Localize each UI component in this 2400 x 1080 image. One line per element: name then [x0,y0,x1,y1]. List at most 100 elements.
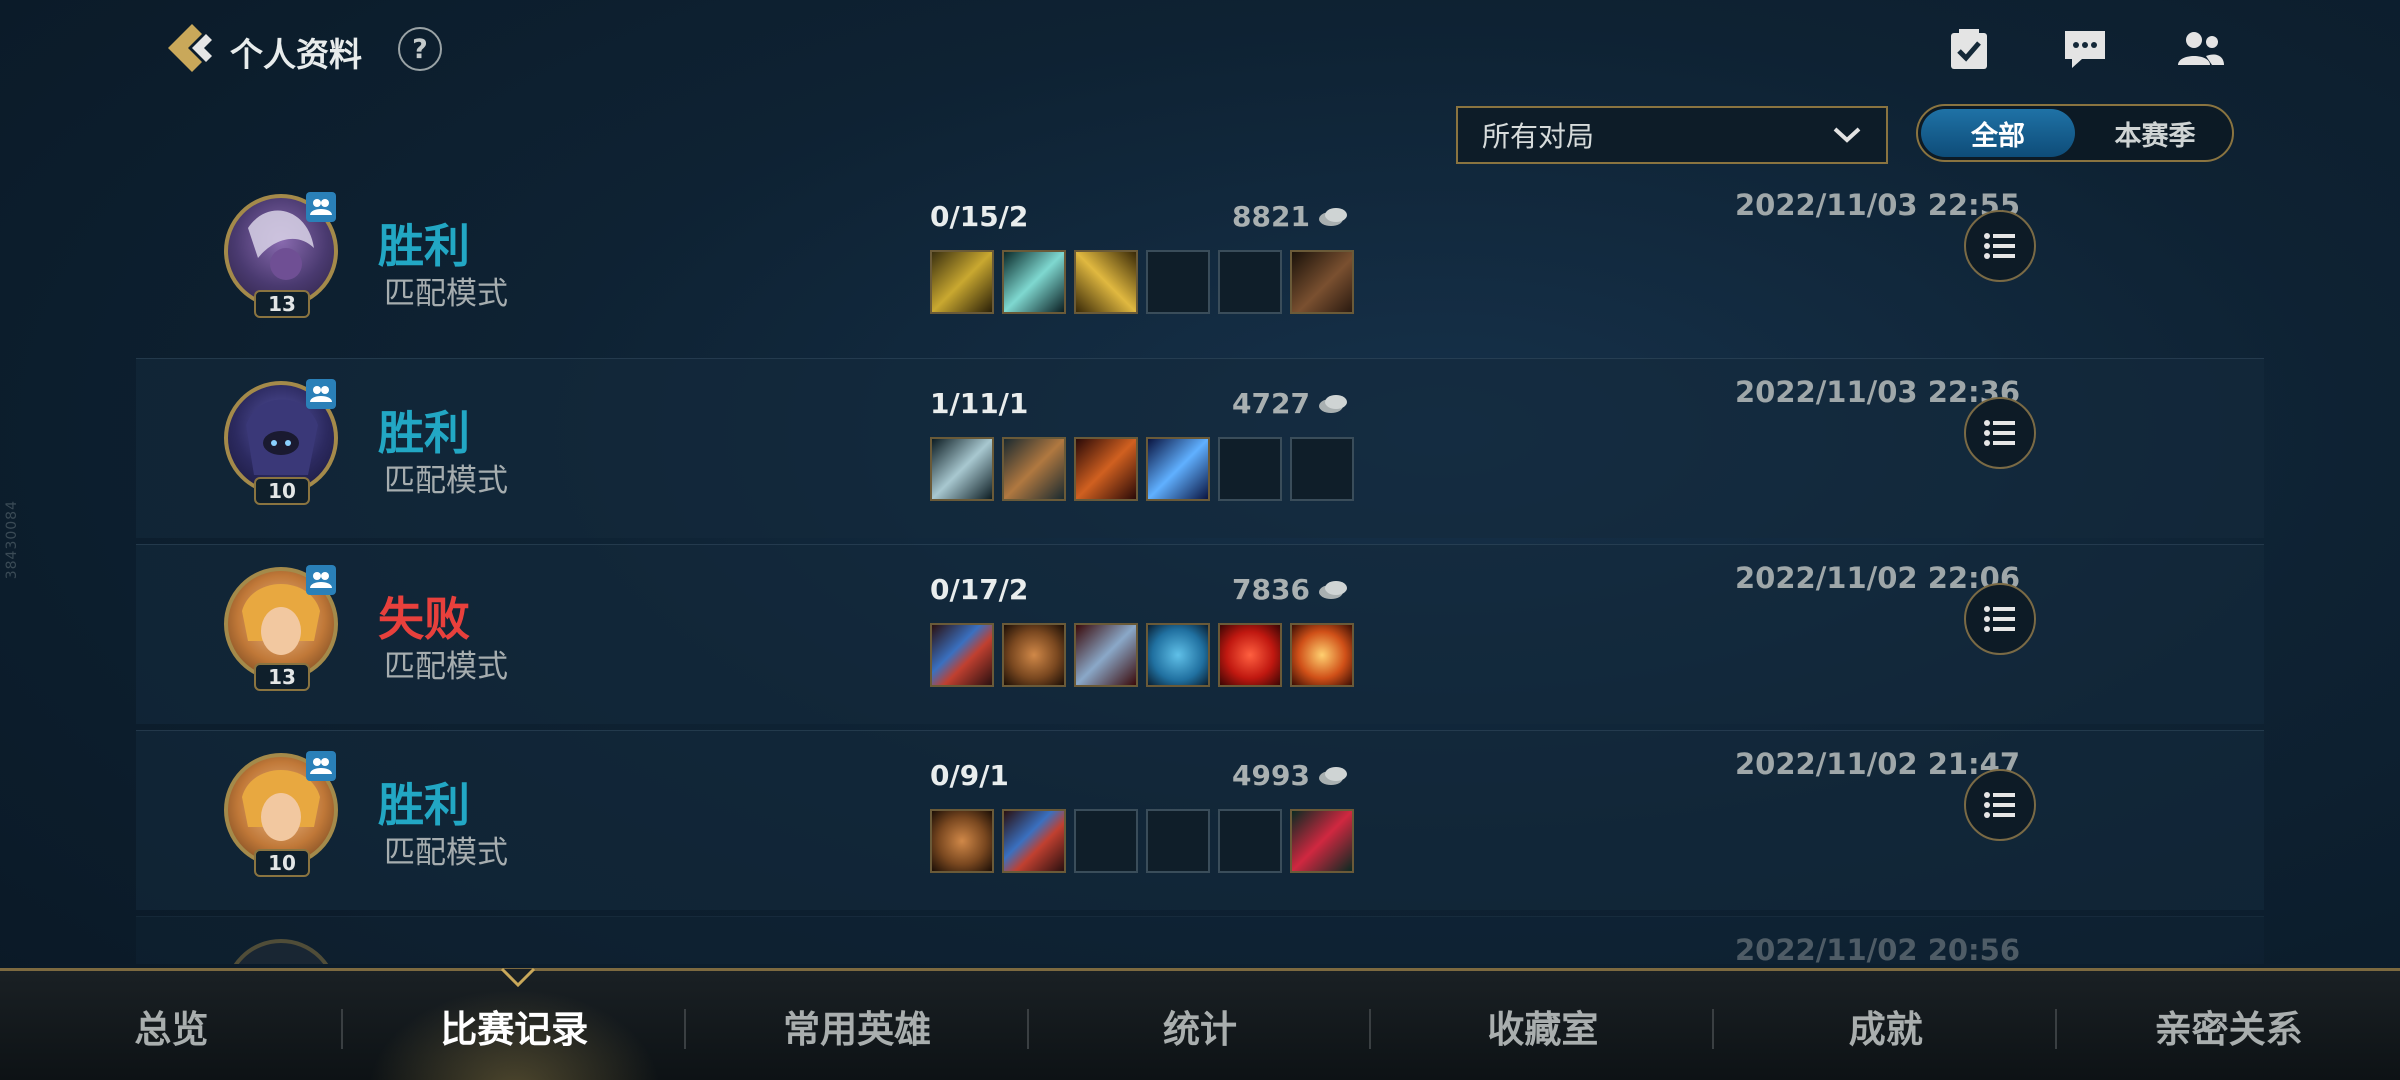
match-result: 胜利 [378,219,470,273]
gold-value: 4993 [1232,759,1310,792]
item-crimson-boots-icon[interactable] [1290,809,1354,873]
gold-coin-icon [1318,207,1347,226]
task-checklist-button[interactable] [1942,22,1996,76]
tab-match-history[interactable]: 比赛记录 [342,971,686,1080]
item-slot-empty[interactable] [1146,250,1210,314]
match-row[interactable]: 13 胜利 匹配模式 0/15/2 8821 2022/11/03 22:55 [136,172,2264,352]
item-bronze-shield-icon[interactable] [1002,623,1066,687]
item-red-potion-icon[interactable] [1218,623,1282,687]
item-jade-blade-icon[interactable] [1002,250,1066,314]
match-row[interactable]: 2022/11/02 20:56 [136,916,2264,964]
match-date: 2022/11/02 21:47 [1734,747,2020,781]
kda-score: 0/9/1 [930,759,1009,792]
match-type-dropdown[interactable]: 所有对局 [1456,106,1888,164]
gold-coin-icon [1318,766,1347,785]
item-silver-sword-icon[interactable] [930,437,994,501]
season-toggle: 全部 本赛季 [1916,104,2234,162]
kda-score: 1/11/1 [930,387,1029,420]
match-details-button[interactable] [1964,397,2036,469]
season-toggle-all[interactable]: 全部 [1921,109,2075,157]
chevron-down-icon [1833,127,1861,143]
gold-earned: 4993 [1232,759,1348,792]
item-leather-boots-icon[interactable] [1290,250,1354,314]
item-slot-empty[interactable] [1218,809,1282,873]
game-mode: 匹配模式 [384,463,508,499]
tab-collection[interactable]: 收藏室 [1371,971,1715,1080]
match-date: 2022/11/02 22:06 [1734,561,2020,595]
match-result: 胜利 [378,778,470,832]
match-row[interactable]: 13 失败 匹配模式 0/17/2 7836 2022/11/02 22:06 [136,544,2264,724]
kda-score: 0/15/2 [930,200,1029,233]
item-slot-empty[interactable] [1290,437,1354,501]
match-history-list[interactable]: 13 胜利 匹配模式 0/15/2 8821 2022/11/03 22:55 … [136,172,2264,964]
item-build [930,809,1354,873]
friends-icon [2178,32,2224,65]
item-azure-sword-icon[interactable] [1146,437,1210,501]
tab-label: 比赛记录 [440,1007,589,1051]
tab-stats[interactable]: 统计 [1029,971,1372,1080]
champion-level-badge: 13 [254,663,310,691]
chat-button[interactable] [2058,22,2112,76]
match-row[interactable]: 10 胜利 匹配模式 1/11/1 4727 2022/11/03 22:36 [136,358,2264,538]
item-guardian-armor-icon[interactable] [1002,809,1066,873]
match-result: 失败 [378,592,470,646]
page-title: 个人资料 [230,35,362,74]
match-result: 胜利 [378,406,470,460]
item-steel-wings-icon[interactable] [1074,623,1138,687]
game-mode: 匹配模式 [384,649,508,685]
gold-earned: 4727 [1232,387,1348,420]
game-mode: 匹配模式 [384,835,508,871]
tab-achievements[interactable]: 成就 [1714,971,2058,1080]
gold-earned: 8821 [1232,200,1348,233]
bottom-tab-bar: 总览 比赛记录 常用英雄 统计 收藏室 成就 亲密关系 [0,967,2400,1080]
help-button[interactable]: ? [398,27,442,71]
item-crossed-blades-icon[interactable] [1074,250,1138,314]
tab-label: 统计 [1163,1007,1237,1051]
checklist-icon [1951,29,1987,69]
item-bronze-shield-icon[interactable] [930,809,994,873]
tab-champions[interactable]: 常用英雄 [686,971,1029,1080]
team-icon [306,192,336,222]
tab-label: 收藏室 [1487,1007,1599,1051]
list-icon [1984,233,2015,259]
item-slot-empty[interactable] [1218,437,1282,501]
friends-button[interactable] [2174,22,2228,76]
item-build [930,250,1354,314]
match-details-button[interactable] [1964,769,2036,841]
item-golden-dagger-icon[interactable] [930,250,994,314]
match-row[interactable]: 10 胜利 匹配模式 0/9/1 4993 2022/11/02 21:47 [136,730,2264,910]
tab-label: 成就 [1848,1007,1923,1051]
item-guardian-armor-icon[interactable] [930,623,994,687]
match-details-button[interactable] [1964,583,2036,655]
gold-earned: 7836 [1232,573,1348,606]
list-icon [1984,420,2015,446]
match-date: 2022/11/02 20:56 [1734,933,2020,964]
season-toggle-current[interactable]: 本赛季 [2078,106,2232,160]
item-slot-empty[interactable] [1146,809,1210,873]
champion-level-badge: 13 [254,290,310,318]
match-details-button[interactable] [1964,210,2036,282]
tab-label: 常用英雄 [783,1007,932,1051]
chat-bubble-icon [2065,31,2105,68]
item-slot-empty[interactable] [1074,809,1138,873]
gold-coin-icon [1318,394,1347,413]
item-slot-empty[interactable] [1218,250,1282,314]
kda-score: 0/17/2 [930,573,1029,606]
match-date: 2022/11/03 22:36 [1734,375,2020,409]
side-watermark: 38430084 [4,500,20,580]
gold-value: 7836 [1232,573,1310,606]
tab-relationships[interactable]: 亲密关系 [2057,971,2400,1080]
back-button[interactable] [160,20,216,76]
gold-coin-icon [1318,580,1347,599]
game-mode: 匹配模式 [384,276,508,312]
chevron-left-icon [168,24,212,72]
item-sun-emblem-icon[interactable] [1290,623,1354,687]
tab-overview[interactable]: 总览 [0,971,343,1080]
item-chain-vest-icon[interactable] [1146,623,1210,687]
item-crimson-scythe-icon[interactable] [1074,437,1138,501]
tab-label: 亲密关系 [2154,1007,2303,1051]
team-icon [306,565,336,595]
match-date: 2022/11/03 22:55 [1734,188,2020,222]
gold-value: 4727 [1232,387,1310,420]
item-shield-blade-icon[interactable] [1002,437,1066,501]
